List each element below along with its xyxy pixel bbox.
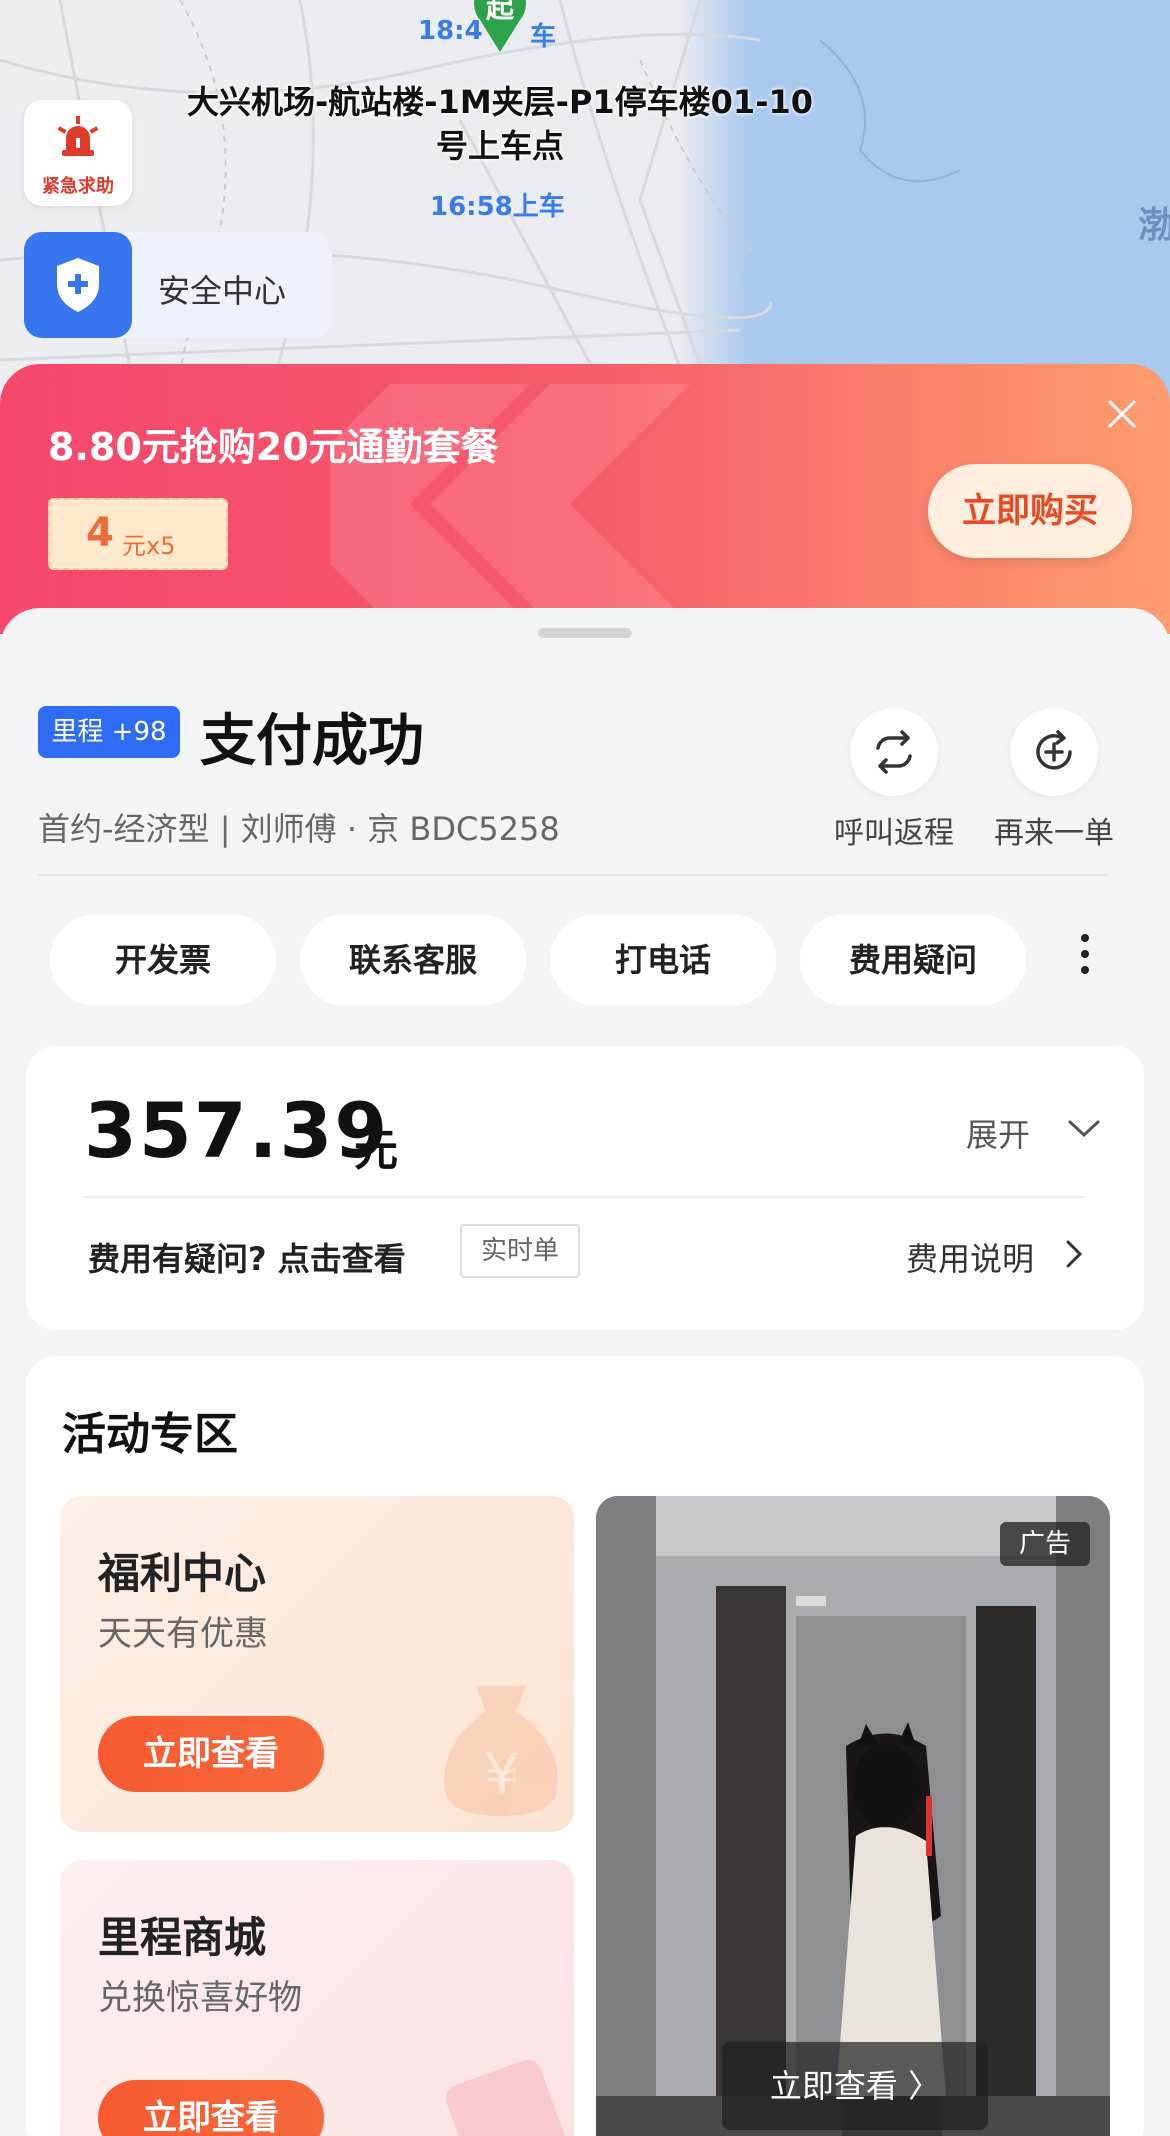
safety-center-button[interactable]: 安全中心	[24, 232, 332, 338]
expand-button[interactable]: 展开	[966, 1110, 1100, 1156]
order-sheet: 里程 +98 支付成功 首约-经济型 | 刘师傅 · 京 BDC5258 呼叫返…	[0, 608, 1170, 2136]
tile-title: 福利中心	[98, 1549, 267, 1598]
coupon-deco-icon	[445, 2059, 566, 2136]
tile-subtitle: 天天有优惠	[98, 1614, 268, 1654]
ad-tag: 广告	[1000, 1522, 1090, 1566]
welfare-center-tile[interactable]: 福利中心 天天有优惠 立即查看 ¥	[60, 1496, 574, 1832]
ad-banner[interactable]: 广告 立即查看 〉	[596, 1496, 1110, 2136]
fee-explanation-link[interactable]: 费用说明	[906, 1234, 1083, 1280]
realtime-tag: 实时单	[460, 1224, 580, 1278]
return-trip-button[interactable]	[850, 708, 938, 796]
coupon-unit: 元x5	[122, 532, 176, 560]
more-options-icon[interactable]	[1070, 928, 1100, 992]
map-roads	[0, 0, 1170, 420]
reorder-icon	[1036, 730, 1072, 770]
pickup-time: 16:58上车	[430, 192, 565, 222]
invoice-button[interactable]: 开发票	[50, 914, 276, 1006]
activity-section: 活动专区 福利中心 天天有优惠 立即查看 ¥ 里程商城 兑换惊喜好物 立即查看	[26, 1356, 1144, 2136]
payment-status-title: 支付成功	[200, 709, 424, 774]
sos-label: 紧急求助	[42, 176, 114, 197]
return-trip-label[interactable]: 呼叫返程	[809, 808, 979, 852]
sea-label: 渤	[1138, 205, 1170, 246]
map-view[interactable]: 起 18:4 车 大兴机场-航站楼-1M夹层-P1停车楼01-10号上车点 16…	[0, 0, 1170, 420]
mileage-badge: 里程 +98	[38, 706, 180, 758]
customer-service-button[interactable]: 联系客服	[300, 914, 526, 1006]
ad-photo	[596, 1496, 1110, 2136]
fee-question-link[interactable]: 费用有疑问? 点击查看	[88, 1234, 406, 1280]
fee-question-button[interactable]: 费用疑问	[800, 914, 1026, 1006]
repeat-icon	[876, 730, 912, 774]
promo-banner[interactable]: 8.80元抢购20元通勤套餐 4 元x5 立即购买	[0, 364, 1170, 634]
reorder-button[interactable]	[1010, 708, 1098, 796]
view-now-button[interactable]: 立即查看	[98, 1716, 324, 1792]
trip-info: 首约-经济型 | 刘师傅 · 京 BDC5258	[38, 810, 560, 848]
money-bag-icon: ¥	[444, 1686, 558, 1816]
tile-subtitle: 兑换惊喜好物	[98, 1978, 302, 2018]
svg-text:¥: ¥	[484, 1743, 520, 1808]
alarm-light-icon	[57, 116, 99, 156]
tile-title: 里程商城	[98, 1913, 267, 1962]
drag-handle[interactable]	[538, 628, 632, 638]
coupon-badge: 4 元x5	[48, 498, 228, 570]
top-time: 18:4	[418, 16, 483, 46]
close-icon[interactable]	[1106, 398, 1138, 430]
fee-explanation-label: 费用说明	[906, 1240, 1035, 1278]
chevron-down-icon	[1068, 1120, 1100, 1138]
call-button[interactable]: 打电话	[550, 914, 776, 1006]
ad-view-button[interactable]: 立即查看 〉	[722, 2042, 988, 2130]
safety-center-label: 安全中心	[158, 272, 287, 310]
divider	[38, 874, 1108, 876]
activity-title: 活动专区	[62, 1409, 238, 1460]
chevron-right-icon	[1066, 1240, 1083, 1268]
fare-unit: 元	[354, 1125, 398, 1176]
fare-card: 357.39 元 展开 费用有疑问? 点击查看 实时单 费用说明	[26, 1046, 1144, 1330]
sos-button[interactable]: 紧急求助	[24, 100, 132, 206]
top-time-suffix: 车	[530, 22, 557, 52]
expand-label: 展开	[966, 1116, 1031, 1154]
shield-plus-icon	[24, 232, 132, 338]
mileage-mall-tile[interactable]: 里程商城 兑换惊喜好物 立即查看	[60, 1860, 574, 2136]
reorder-label[interactable]: 再来一单	[969, 808, 1139, 852]
buy-now-button[interactable]: 立即购买	[928, 464, 1132, 558]
pickup-place-label: 大兴机场-航站楼-1M夹层-P1停车楼01-10号上车点	[186, 83, 814, 165]
fare-amount: 357.39	[84, 1086, 390, 1175]
promo-title: 8.80元抢购20元通勤套餐	[48, 425, 499, 469]
view-now-button[interactable]: 立即查看	[98, 2080, 324, 2136]
divider	[84, 1196, 1084, 1198]
coupon-value: 4	[86, 510, 114, 556]
